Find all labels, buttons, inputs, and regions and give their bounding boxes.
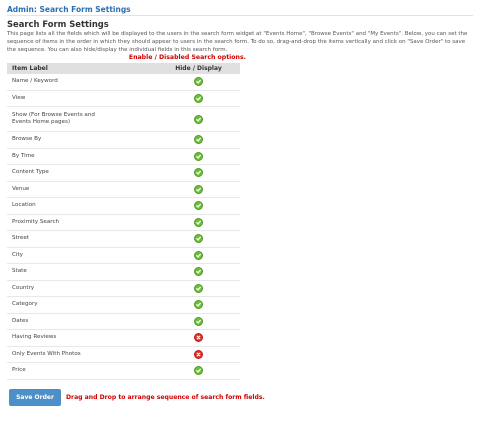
table-row[interactable]: Dates bbox=[7, 313, 240, 331]
table-row[interactable]: City bbox=[7, 247, 240, 265]
hide-display-cell bbox=[157, 131, 240, 149]
hide-display-cell bbox=[157, 74, 240, 91]
check-circle-icon[interactable] bbox=[194, 366, 203, 376]
x-circle-icon[interactable] bbox=[194, 333, 203, 343]
check-circle-icon[interactable] bbox=[194, 168, 203, 178]
x-circle-icon[interactable] bbox=[194, 349, 203, 359]
header-hide-display: Hide / Display bbox=[157, 63, 240, 75]
table-row[interactable]: Price bbox=[7, 362, 240, 380]
check-circle-icon[interactable] bbox=[194, 300, 203, 310]
check-circle-icon[interactable] bbox=[194, 316, 203, 326]
hide-display-cell bbox=[157, 362, 240, 380]
check-circle-icon[interactable] bbox=[194, 77, 203, 87]
item-label: Proximity Search bbox=[7, 214, 157, 232]
drag-drop-note: Drag and Drop to arrange sequence of sea… bbox=[66, 393, 265, 401]
check-circle-icon[interactable] bbox=[194, 283, 203, 293]
check-circle-icon[interactable] bbox=[194, 250, 203, 260]
hide-display-cell bbox=[157, 263, 240, 281]
hide-display-cell bbox=[157, 247, 240, 265]
table-row[interactable]: Location bbox=[7, 197, 240, 215]
table-row[interactable]: Content Type bbox=[7, 164, 240, 182]
table-row[interactable]: Show (For Browse Events and Events Home … bbox=[7, 106, 240, 133]
item-label: State bbox=[7, 263, 157, 281]
page-description: This page lists all the fields which wil… bbox=[7, 31, 468, 54]
header-item-label: Item Label bbox=[7, 63, 157, 75]
table-row[interactable]: State bbox=[7, 263, 240, 281]
table-row[interactable]: Name / Keyword bbox=[7, 74, 240, 91]
hide-display-cell bbox=[157, 164, 240, 182]
section-title: Search Form Settings bbox=[7, 19, 109, 29]
hide-display-cell bbox=[157, 296, 240, 314]
check-circle-icon[interactable] bbox=[194, 267, 203, 277]
hide-display-cell bbox=[157, 197, 240, 215]
item-label: Having Reviews bbox=[7, 329, 157, 347]
item-label: Location bbox=[7, 197, 157, 215]
item-label: By Time bbox=[7, 148, 157, 166]
check-circle-icon[interactable] bbox=[194, 114, 203, 124]
check-circle-icon[interactable] bbox=[194, 151, 203, 161]
table-row[interactable]: View bbox=[7, 90, 240, 108]
item-label: Show (For Browse Events and Events Home … bbox=[7, 106, 157, 133]
footer-actions: Save Order Drag and Drop to arrange sequ… bbox=[7, 388, 473, 406]
item-label: Street bbox=[7, 230, 157, 248]
item-label: Only Events With Photos bbox=[7, 346, 157, 364]
table-row[interactable]: Proximity Search bbox=[7, 214, 240, 232]
hide-display-cell bbox=[157, 90, 240, 108]
item-label: Venue bbox=[7, 181, 157, 199]
enable-disable-note: Enable / Disabled Search options. bbox=[128, 54, 246, 62]
check-circle-icon[interactable] bbox=[194, 201, 203, 211]
item-label: Browse By bbox=[7, 131, 157, 149]
table-row[interactable]: Browse By bbox=[7, 131, 240, 149]
page-container: Admin: Search Form Settings Search Form … bbox=[7, 4, 473, 406]
item-label: Content Type bbox=[7, 164, 157, 182]
page-title: Admin: Search Form Settings bbox=[7, 4, 473, 16]
check-circle-icon[interactable] bbox=[194, 234, 203, 244]
check-circle-icon[interactable] bbox=[194, 217, 203, 227]
table-body: Name / Keyword View Show (For Browse Event… bbox=[7, 74, 240, 380]
check-circle-icon[interactable] bbox=[194, 184, 203, 194]
check-circle-icon[interactable] bbox=[194, 135, 203, 145]
search-fields-table: Item Label Hide / Display Name / Keyword… bbox=[7, 63, 240, 380]
item-label: Price bbox=[7, 362, 157, 380]
hide-display-cell bbox=[157, 280, 240, 298]
hide-display-cell bbox=[157, 181, 240, 199]
table-row[interactable]: Country bbox=[7, 280, 240, 298]
hide-display-cell bbox=[157, 329, 240, 347]
item-label: Dates bbox=[7, 313, 157, 331]
hide-display-cell bbox=[157, 214, 240, 232]
hide-display-cell bbox=[157, 346, 240, 364]
item-label: View bbox=[7, 90, 157, 108]
item-label: Name / Keyword bbox=[7, 74, 157, 91]
table-row[interactable]: Only Events With Photos bbox=[7, 346, 240, 364]
hide-display-cell bbox=[157, 106, 240, 133]
table-header-row: Item Label Hide / Display bbox=[7, 63, 240, 75]
item-label: City bbox=[7, 247, 157, 265]
table-row[interactable]: Venue bbox=[7, 181, 240, 199]
table-row[interactable]: By Time bbox=[7, 148, 240, 166]
table-row[interactable]: Street bbox=[7, 230, 240, 248]
item-label: Country bbox=[7, 280, 157, 298]
table-row[interactable]: Having Reviews bbox=[7, 329, 240, 347]
check-circle-icon[interactable] bbox=[194, 93, 203, 103]
table-row[interactable]: Category bbox=[7, 296, 240, 314]
hide-display-cell bbox=[157, 230, 240, 248]
save-order-button[interactable]: Save Order bbox=[9, 388, 61, 406]
item-label: Category bbox=[7, 296, 157, 314]
hide-display-cell bbox=[157, 313, 240, 331]
hide-display-cell bbox=[157, 148, 240, 166]
